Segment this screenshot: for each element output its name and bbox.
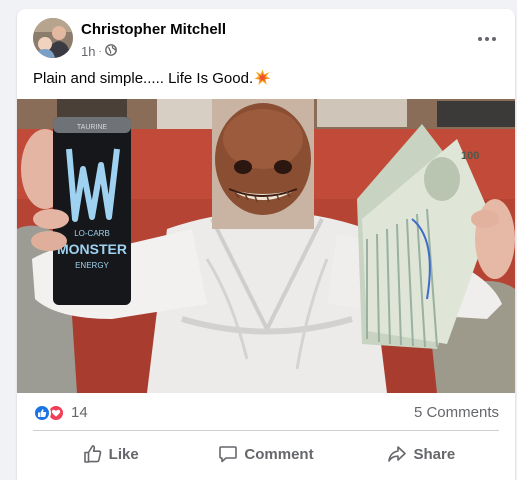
globe-icon[interactable] <box>104 43 117 59</box>
post-header: Christopher Mitchell 1h · <box>17 9 515 65</box>
thumbs-up-icon <box>83 444 103 464</box>
reaction-count: 14 <box>71 404 88 421</box>
dot-icon <box>492 37 496 41</box>
more-options-button[interactable] <box>473 25 501 53</box>
author-name[interactable]: Christopher Mitchell <box>81 21 226 38</box>
author-avatar[interactable] <box>33 18 73 58</box>
post-time[interactable]: 1h <box>81 44 95 59</box>
meta-separator: · <box>98 45 102 57</box>
post-actions: Like Comment Share <box>33 436 499 472</box>
can-top-text: TAURINE <box>77 124 108 131</box>
comments-count-link[interactable]: 5 Comments <box>414 404 499 421</box>
share-button[interactable]: Share <box>344 436 499 472</box>
bill-value-text: 100 <box>461 150 479 162</box>
comment-button-label: Comment <box>244 445 314 463</box>
dot-icon <box>478 37 482 41</box>
post-photo[interactable]: TAURINE LO-CARB MONSTER ENERGY 100 <box>17 99 515 393</box>
can-sub-text: LO-CARB <box>74 229 110 238</box>
explosion-emoji-icon <box>254 69 271 90</box>
post-card: Christopher Mitchell 1h · Plain and simp… <box>17 9 515 480</box>
post-text: Plain and simple..... Life Is Good. <box>33 70 254 87</box>
dot-icon <box>485 37 489 41</box>
can-brand-text: MONSTER <box>57 241 127 257</box>
share-arrow-icon <box>387 444 407 464</box>
post-meta: 1h · <box>81 43 117 59</box>
post-message: Plain and simple..... Life Is Good. <box>33 69 271 90</box>
reactions-bar: 14 5 Comments <box>33 395 499 431</box>
share-button-label: Share <box>413 445 456 463</box>
comment-button[interactable]: Comment <box>188 436 343 472</box>
like-button-label: Like <box>108 445 139 463</box>
reaction-summary[interactable]: 14 <box>33 403 88 422</box>
can-bottom-text: ENERGY <box>75 261 109 270</box>
like-button[interactable]: Like <box>33 436 188 472</box>
comment-bubble-icon <box>218 444 238 464</box>
like-reaction-icon <box>33 403 51 422</box>
